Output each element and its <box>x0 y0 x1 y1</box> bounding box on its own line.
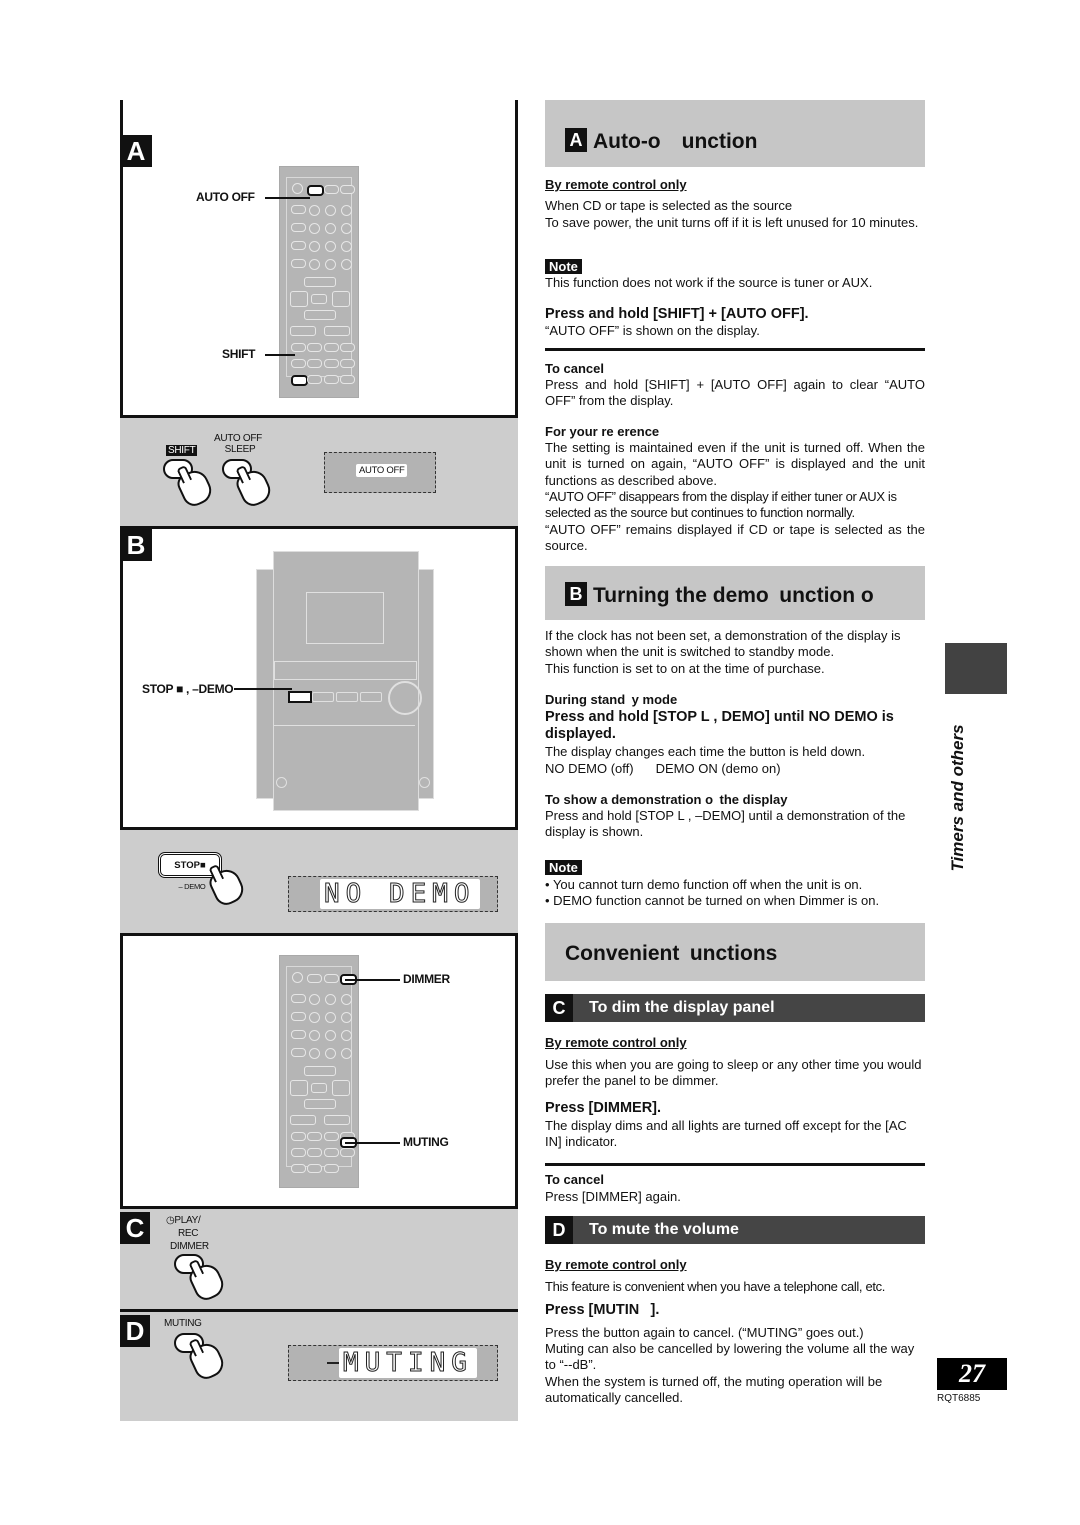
section-c-instruction-result: The display dims and all lights are turn… <box>545 1118 907 1150</box>
section-c-intro: Use this when you are going to sleep or … <box>545 1057 922 1089</box>
section-a-intro-2: To save power, the unit turns off if it … <box>545 215 919 230</box>
section-a-remote-only: By remote control only <box>545 177 687 192</box>
convenient-functions-header: Convenient unctions <box>545 923 925 981</box>
section-a-reference-heading: For your re erence <box>545 424 660 439</box>
page-number: 27 <box>937 1358 1007 1390</box>
section-a-instruction-result: “AUTO OFF” is shown on the display. <box>545 323 760 338</box>
section-b-note-item: • You cannot turn demo function off when… <box>545 877 863 892</box>
section-a-cancel-text: Press and hold [SHIFT] + [AUTO OFF] agai… <box>545 377 925 409</box>
section-d-result-1: Press the button again to cancel. (“MUTI… <box>545 1325 864 1340</box>
section-a-instruction: Press and hold [SHIFT] + [AUTO OFF]. <box>545 306 809 322</box>
stop-button-label: STOP■ <box>174 860 206 871</box>
display-no-demo-text: NO DEMO <box>320 879 480 910</box>
section-d-result-3: When the system is turned off, the mutin… <box>545 1374 883 1406</box>
convenient-functions-title: Convenient unctions <box>565 942 778 965</box>
play-rec-label: ◷PLAY/ <box>166 1215 201 1226</box>
auto-off-callout: AUTO OFF <box>196 190 255 204</box>
shift-remote-button <box>291 375 308 386</box>
dimmer-callout: DIMMER <box>403 972 450 986</box>
section-a-reference-3: “AUTO OFF” remains displayed if CD or ta… <box>545 522 925 554</box>
section-a-reference-1: The setting is maintained even if the un… <box>545 440 925 488</box>
section-b-title: Turning the demo unction o <box>593 584 874 607</box>
section-a-note-badge: Note <box>545 259 582 274</box>
section-b-toggle-off: NO DEMO (off) <box>545 761 634 776</box>
section-d-remote-only: By remote control only <box>545 1257 687 1272</box>
chapter-label: Timers and others <box>948 724 967 872</box>
stop-button-sublabel: – DEMO <box>178 882 206 891</box>
section-a-intro-1: When CD or tape is selected as the sourc… <box>545 198 793 213</box>
chapter-tab <box>945 643 1007 694</box>
auto-off-button-label-2: SLEEP <box>224 444 256 455</box>
volume-knob <box>388 681 422 715</box>
section-a-letter: A <box>565 128 587 152</box>
section-b-intro-1: If the clock has not been set, a demonst… <box>545 628 901 660</box>
section-c-divider <box>545 1163 925 1166</box>
section-c-remote-only: By remote control only <box>545 1035 687 1050</box>
display-muting-text: MUTING <box>339 1348 477 1379</box>
muting-callout: MUTING <box>403 1135 449 1149</box>
document-code: RQT6885 <box>937 1393 981 1404</box>
panel-c-letter: C <box>120 1212 150 1244</box>
shift-callout: SHIFT <box>222 347 256 361</box>
section-b-note-item: • DEMO function cannot be turned on when… <box>545 893 880 908</box>
section-c-letter: C <box>545 994 573 1022</box>
display-auto-off-text: AUTO OFF <box>356 464 408 477</box>
section-d-intro: This feature is convenient when you have… <box>545 1279 886 1294</box>
section-c-cancel-heading: To cancel <box>545 1172 605 1187</box>
section-b-letter: B <box>565 582 587 606</box>
section-b-show-text: Press and hold [STOP L , –DEMO] until a … <box>545 808 906 840</box>
section-c-cancel-text: Press [DIMMER] again. <box>545 1189 681 1204</box>
shift-button-label: SHIFT <box>166 445 198 456</box>
section-b-instruction: Press and hold [STOP L , DEMO] until NO … <box>545 709 894 742</box>
section-b-toggle-on: DEMO ON (demo on) <box>655 761 781 776</box>
stereo-unit-illustration <box>256 551 434 811</box>
section-b-intro-2: This function is set to on at the time o… <box>545 661 825 676</box>
remote-control-illustration-a <box>279 166 359 398</box>
section-d-instruction: Press [MUTIN ]. <box>545 1302 660 1318</box>
auto-off-remote-button <box>307 185 324 196</box>
section-b-header: B Turning the demo unction o <box>545 566 925 620</box>
stop-demo-unit-button <box>288 691 312 703</box>
section-c-header: C To dim the display panel <box>545 994 925 1022</box>
section-b-instruction-result: The display changes each time the button… <box>545 744 866 759</box>
panel-a-letter: A <box>120 135 152 167</box>
rec-label: REC <box>178 1228 199 1239</box>
section-b-show-heading: To show a demonstration o the display <box>545 792 788 807</box>
remote-control-illustration-cd <box>279 955 359 1188</box>
section-c-instruction: Press [DIMMER]. <box>545 1100 662 1116</box>
section-a-header: A Auto-o unction <box>545 100 925 167</box>
panel-d-letter: D <box>120 1315 150 1347</box>
muting-label: MUTING <box>164 1318 202 1329</box>
section-a-reference-2: “AUTO OFF” disappears from the display i… <box>545 489 897 521</box>
dimmer-label: DIMMER <box>170 1241 209 1252</box>
section-d-letter: D <box>545 1216 573 1244</box>
panel-b-letter: B <box>120 529 152 561</box>
section-d-result-2: Muting can also be cancelled by lowering… <box>545 1341 915 1373</box>
section-d-header: D To mute the volume <box>545 1216 925 1244</box>
section-a-title: Auto-o unction <box>593 130 758 153</box>
section-b-note-badge: Note <box>545 860 582 875</box>
auto-off-button-label-1: AUTO OFF <box>214 433 262 444</box>
section-d-title: To mute the volume <box>589 1221 739 1238</box>
section-a-divider <box>545 348 925 351</box>
section-a-cancel-heading: To cancel <box>545 361 605 376</box>
section-a-note: This function does not work if the sourc… <box>545 275 873 290</box>
section-c-title: To dim the display panel <box>589 999 775 1016</box>
stop-demo-callout: STOP ■ , –DEMO <box>142 682 234 696</box>
section-b-standby-heading: During stand y mode <box>545 692 678 707</box>
